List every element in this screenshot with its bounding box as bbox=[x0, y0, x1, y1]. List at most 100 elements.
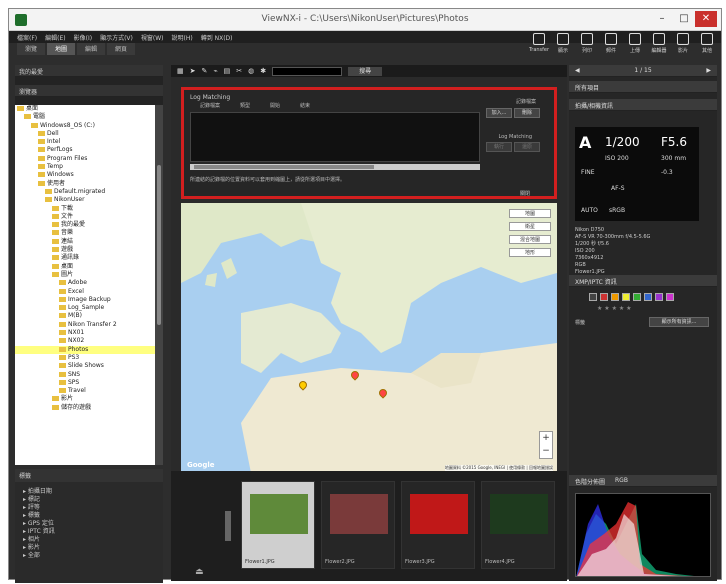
label-list-item[interactable]: ▸ 評等 bbox=[23, 502, 155, 511]
folder-tree-item[interactable]: SNS bbox=[15, 371, 155, 379]
label-list-item[interactable]: ▸ 全部 bbox=[23, 550, 155, 559]
menu-image[interactable]: 影像(I) bbox=[74, 33, 92, 42]
folder-tree-item[interactable]: Log_Sample bbox=[15, 304, 155, 312]
folder-tree-item[interactable]: Windows8_OS (C:) bbox=[15, 122, 155, 130]
folder-tree-item[interactable]: Dell bbox=[15, 130, 155, 138]
toolbar-editor-button[interactable]: 編輯器 bbox=[649, 33, 669, 59]
map-type-button[interactable]: 地形 bbox=[509, 248, 551, 257]
label-list-item[interactable]: ▸ 標記 bbox=[23, 494, 155, 503]
track-icon[interactable]: ⌁ bbox=[213, 67, 217, 75]
folder-tree-item[interactable]: NikonUser bbox=[15, 196, 155, 204]
menu-window[interactable]: 視窗(W) bbox=[141, 33, 164, 42]
folder-tree-item[interactable]: 連結 bbox=[15, 238, 155, 246]
folder-tree-item[interactable]: 通訊錄 bbox=[15, 254, 155, 262]
thumbnail[interactable]: Flower2.JPG bbox=[321, 481, 395, 569]
menu-view[interactable]: 顯示方式(V) bbox=[100, 33, 133, 42]
menu-help[interactable]: 說明(H) bbox=[172, 33, 193, 42]
folder-tree-item[interactable]: 圖片 bbox=[15, 271, 155, 279]
view-icon[interactable]: ▦ bbox=[177, 67, 184, 75]
globe-icon[interactable]: ◍ bbox=[248, 67, 254, 75]
folder-tree-item[interactable]: Photos bbox=[15, 345, 155, 354]
menu-nx[interactable]: 轉到 NX(D) bbox=[201, 33, 233, 42]
log-table[interactable] bbox=[190, 112, 480, 162]
label-list-item[interactable]: ▸ 拍攝日期 bbox=[23, 486, 155, 495]
browser-header[interactable]: 瀏覽器 bbox=[15, 85, 163, 97]
eject-icon[interactable]: ⏏ bbox=[195, 567, 204, 577]
undo-button[interactable]: 還原 bbox=[514, 142, 540, 152]
col-file[interactable]: 記錄檔案 bbox=[200, 102, 220, 110]
folder-tree-item[interactable]: 桌面 bbox=[15, 263, 155, 271]
minimize-button[interactable]: – bbox=[651, 11, 673, 27]
folder-tree-item[interactable]: Temp bbox=[15, 163, 155, 171]
tab-selector[interactable]: 所有項目 bbox=[569, 81, 717, 93]
toolbar-mail-button[interactable]: 郵件 bbox=[601, 33, 621, 59]
menu-file[interactable]: 檔案(F) bbox=[17, 33, 37, 42]
folder-tree-item[interactable]: Adobe bbox=[15, 279, 155, 287]
rating-stars[interactable]: ★ ★ ★ ★ ★ bbox=[597, 305, 632, 312]
folder-tree-item[interactable]: Intel bbox=[15, 138, 155, 146]
folder-tree-item[interactable]: Windows bbox=[15, 171, 155, 179]
folder-tree-item[interactable]: Image Backup bbox=[15, 296, 155, 304]
log-hscrollbar[interactable] bbox=[190, 164, 480, 170]
folder-tree-item[interactable]: Excel bbox=[15, 288, 155, 296]
folder-tree-item[interactable]: PerfLogs bbox=[15, 146, 155, 154]
toolbar-more-button[interactable]: 其他 bbox=[697, 33, 717, 59]
map-type-button[interactable]: 衛星 bbox=[509, 222, 551, 231]
match-button[interactable]: 執行 bbox=[486, 142, 512, 152]
tree-scrollbar[interactable] bbox=[155, 105, 163, 465]
toolbar-display-button[interactable]: 顯示 bbox=[553, 33, 573, 59]
map-canvas[interactable]: 地圖 衛星 混合地圖 地形 + − Google 地圖資料 ©2015 Google, … bbox=[181, 203, 557, 473]
folder-tree-item[interactable]: NX01 bbox=[15, 329, 155, 337]
search-button[interactable]: 搜尋 bbox=[348, 66, 383, 76]
thumbnail[interactable]: Flower1.JPG bbox=[241, 481, 315, 569]
histogram-header[interactable]: 色階分佈圖 RGB bbox=[569, 475, 717, 487]
folder-tree-item[interactable]: 影片 bbox=[15, 395, 155, 403]
xmp-header[interactable]: XMP/IPTC 資訊 bbox=[569, 275, 717, 287]
folder-tree-item[interactable]: NX02 bbox=[15, 337, 155, 345]
arrow-icon[interactable]: ➤ bbox=[190, 67, 196, 75]
histogram-channel[interactable]: RGB bbox=[615, 477, 628, 484]
maximize-button[interactable]: □ bbox=[673, 11, 695, 27]
menu-edit[interactable]: 編輯(E) bbox=[45, 33, 65, 42]
folder-tree-item[interactable]: 儲存的遊戲 bbox=[15, 404, 155, 412]
tab-edit[interactable]: 編輯 bbox=[77, 43, 106, 55]
settings-icon[interactable]: ✱ bbox=[260, 67, 266, 75]
folder-tree-item[interactable]: M(B) bbox=[15, 312, 155, 320]
label-colors[interactable] bbox=[589, 293, 674, 301]
close-button[interactable]: ✕ bbox=[695, 11, 717, 27]
col-start[interactable]: 開始 bbox=[270, 102, 280, 110]
folder-tree-item[interactable]: 音樂 bbox=[15, 229, 155, 237]
folder-tree-item[interactable]: SPS bbox=[15, 379, 155, 387]
folder-tree-item[interactable]: 使用者 bbox=[15, 180, 155, 188]
add-log-button[interactable]: 加入... bbox=[486, 108, 512, 118]
col-type[interactable]: 類型 bbox=[240, 102, 250, 110]
folder-tree-item[interactable]: Travel bbox=[15, 387, 155, 395]
remove-log-button[interactable]: 刪除 bbox=[514, 108, 540, 118]
folder-tree-item[interactable]: 文件 bbox=[15, 213, 155, 221]
map-type-button[interactable]: 地圖 bbox=[509, 209, 551, 218]
toolbar-upload-button[interactable]: 上傳 bbox=[625, 33, 645, 59]
tab-map[interactable]: 地圖 bbox=[47, 43, 76, 55]
folder-tree-item[interactable]: Nikon Transfer 2 bbox=[15, 321, 155, 329]
folder-tree-item[interactable]: 下載 bbox=[15, 205, 155, 213]
xmp-info-button[interactable]: 顯示所有資訊... bbox=[649, 317, 709, 327]
toolbar-print-button[interactable]: 列印 bbox=[577, 33, 597, 59]
filmstrip-scroll-handle[interactable] bbox=[225, 511, 231, 541]
label-list-item[interactable]: ▸ IPTC 資訊 bbox=[23, 526, 155, 535]
thumbnail[interactable]: Flower3.JPG bbox=[401, 481, 475, 569]
favorites-header[interactable]: 我的最愛 bbox=[15, 65, 163, 77]
search-input[interactable] bbox=[272, 66, 343, 76]
folder-tree-item[interactable]: Program Files bbox=[15, 155, 155, 163]
folder-tree-item[interactable]: Slide Shows bbox=[15, 362, 155, 370]
toolbar-transfer-button[interactable]: Transfer bbox=[529, 33, 549, 59]
thumbnail[interactable]: Flower4.JPG bbox=[481, 481, 555, 569]
zoom-control[interactable]: + − bbox=[539, 431, 553, 459]
folder-tree-item[interactable]: 我的最愛 bbox=[15, 221, 155, 229]
folder-tree-item[interactable]: Default.migrated bbox=[15, 188, 155, 196]
folder-tree-item[interactable]: PS3 bbox=[15, 354, 155, 362]
label-panel-header[interactable]: 標籤 bbox=[15, 469, 163, 482]
camera-info-header[interactable]: 拍攝/相機資訊 bbox=[569, 99, 717, 111]
layer-icon[interactable]: ▤ bbox=[224, 67, 231, 75]
map-type-button[interactable]: 混合地圖 bbox=[509, 235, 551, 244]
label-list-item[interactable]: ▸ 相片 bbox=[23, 534, 155, 543]
